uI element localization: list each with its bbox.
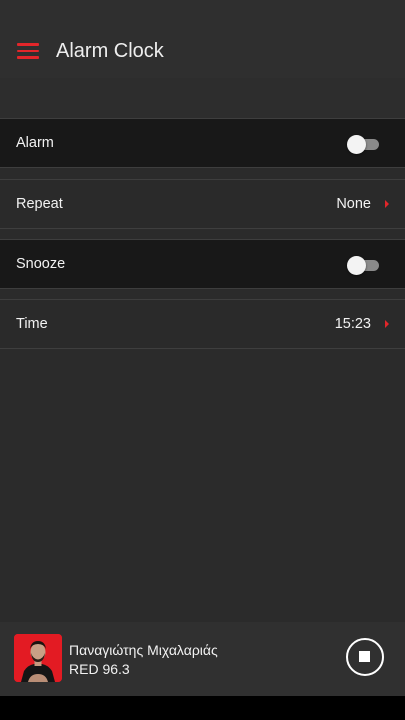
repeat-row[interactable]: Repeat None xyxy=(0,179,405,229)
mini-player[interactable]: Παναγιώτης Μιχαλαριάς RED 96.3 xyxy=(0,622,405,696)
header-divider-area xyxy=(0,78,405,118)
snooze-toggle[interactable] xyxy=(347,256,379,275)
toggle-thumb xyxy=(347,135,366,154)
menu-icon[interactable] xyxy=(17,43,39,59)
repeat-value: None xyxy=(336,196,371,212)
chevron-right-icon xyxy=(385,320,389,328)
album-art[interactable] xyxy=(14,634,62,682)
track-artist: Παναγιώτης Μιχαλαριάς xyxy=(69,642,218,658)
stop-button[interactable] xyxy=(346,638,384,676)
alarm-row[interactable]: Alarm xyxy=(0,118,405,168)
page-title: Alarm Clock xyxy=(56,40,164,62)
stop-icon xyxy=(359,651,370,662)
alarm-label: Alarm xyxy=(16,135,54,151)
chevron-right-icon xyxy=(385,200,389,208)
time-value: 15:23 xyxy=(334,316,371,332)
toggle-thumb xyxy=(347,256,366,275)
snooze-row[interactable]: Snooze xyxy=(0,239,405,289)
alarm-toggle[interactable] xyxy=(347,135,379,154)
artist-photo-icon xyxy=(14,634,62,682)
repeat-label: Repeat xyxy=(16,196,63,212)
system-nav-bar xyxy=(0,696,405,720)
snooze-label: Snooze xyxy=(16,256,66,272)
time-label: Time xyxy=(16,316,48,332)
station-name: RED 96.3 xyxy=(69,661,130,677)
time-row[interactable]: Time 15:23 xyxy=(0,299,405,349)
